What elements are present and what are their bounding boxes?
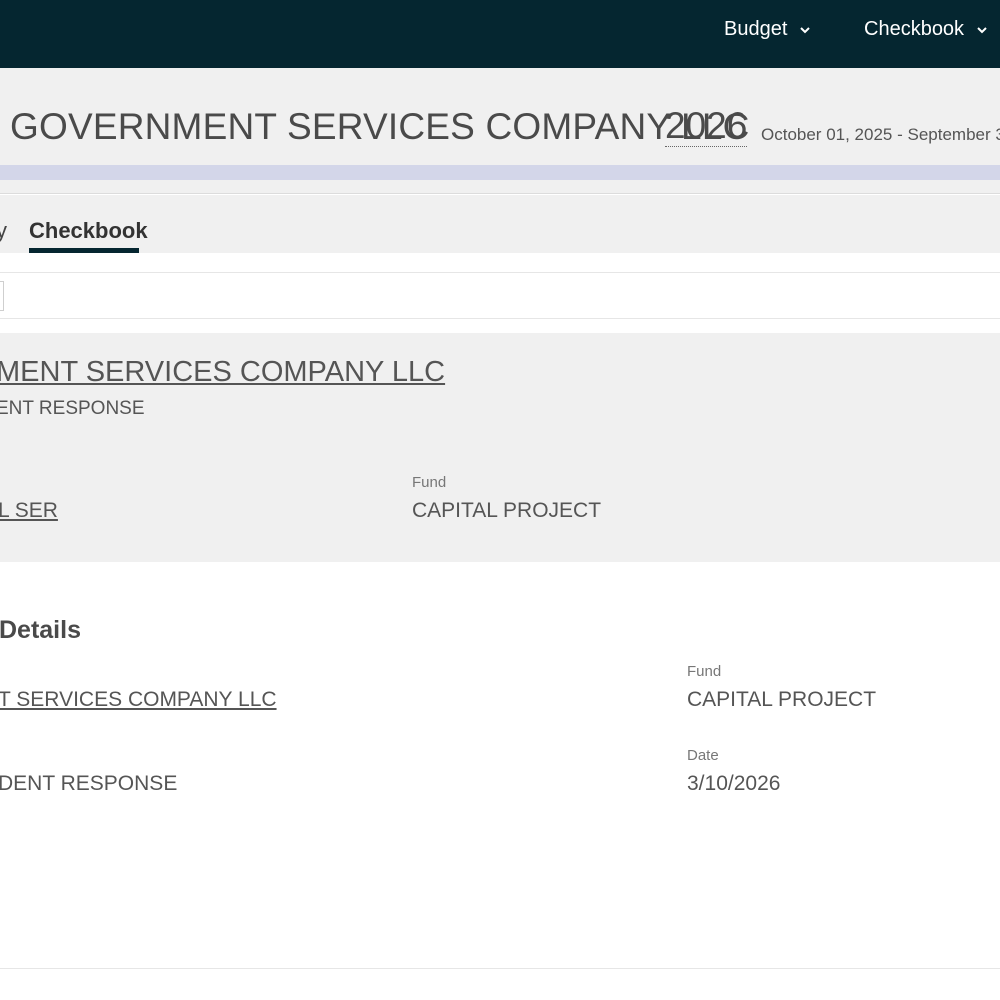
vendor-link[interactable]: MENT SERVICES COMPANY LLC: [0, 356, 445, 389]
fund-label: Fund: [412, 474, 447, 491]
fiscal-year-selector[interactable]: 2026: [665, 106, 748, 147]
agency-name: ENT RESPONSE: [0, 398, 145, 419]
filter-row: [0, 272, 1000, 319]
nav-budget-menu[interactable]: Budget: [724, 18, 811, 41]
accent-strip: [0, 165, 1000, 180]
section-divider: [0, 968, 1000, 969]
tab-bar: [0, 195, 1000, 253]
nav-budget-label: Budget: [724, 18, 788, 40]
top-navigation-bar: Budget Checkbook: [0, 0, 1000, 68]
details-date-label: Date: [687, 747, 719, 764]
details-date-value: 3/10/2026: [687, 772, 781, 795]
details-fund-label: Fund: [687, 663, 722, 680]
date-range: October 01, 2025 - September 3: [761, 125, 1000, 144]
details-fund-value: CAPITAL PROJECT: [687, 688, 877, 711]
search-input[interactable]: [0, 281, 4, 311]
active-tab-indicator: [29, 248, 139, 253]
nav-checkbook-menu[interactable]: Checkbook: [864, 18, 988, 41]
tab-previous[interactable]: y: [0, 218, 7, 244]
fund-value: CAPITAL PROJECT: [412, 499, 602, 522]
details-heading: Details: [0, 616, 81, 644]
chevron-down-icon: [800, 26, 811, 33]
nav-checkbook-label: Checkbook: [864, 18, 965, 40]
header-divider: [0, 180, 1000, 194]
tab-checkbook[interactable]: Checkbook: [29, 218, 148, 244]
chevron-down-icon: [977, 26, 987, 33]
details-vendor-link[interactable]: T SERVICES COMPANY LLC: [0, 688, 277, 712]
page-title: GOVERNMENT SERVICES COMPANY LLC: [10, 106, 750, 147]
department-link[interactable]: L SER: [0, 499, 58, 523]
details-agency: DENT RESPONSE: [0, 772, 178, 795]
